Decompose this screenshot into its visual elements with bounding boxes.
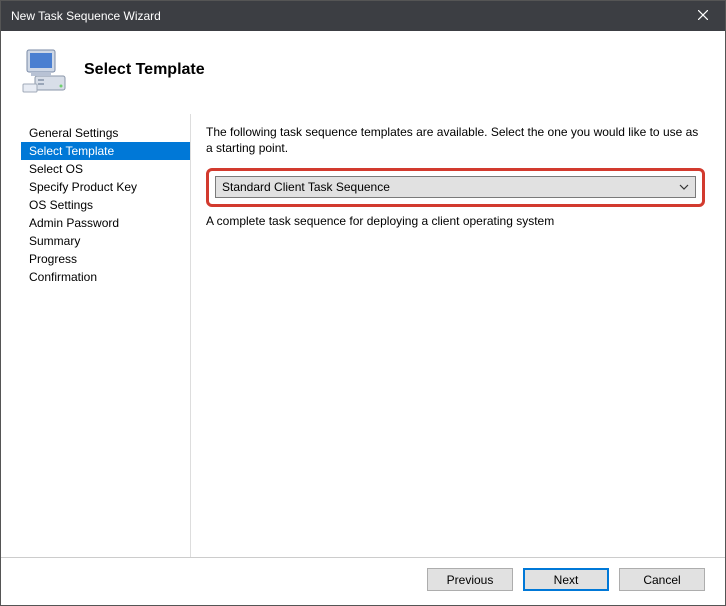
button-label: Cancel — [643, 573, 680, 587]
sidebar-item-label: Select Template — [29, 144, 114, 158]
sidebar-item-label: Confirmation — [29, 270, 97, 284]
sidebar-item-specify-product-key[interactable]: Specify Product Key — [21, 178, 190, 196]
sidebar-item-label: Select OS — [29, 162, 83, 176]
sidebar-item-progress[interactable]: Progress — [21, 250, 190, 268]
wizard-steps-sidebar: General Settings Select Template Select … — [21, 114, 191, 557]
template-description: A complete task sequence for deploying a… — [206, 213, 705, 229]
wizard-main: The following task sequence templates ar… — [191, 114, 705, 557]
sidebar-item-label: Progress — [29, 252, 77, 266]
next-button[interactable]: Next — [523, 568, 609, 591]
button-label: Next — [554, 573, 579, 587]
wizard-footer: Previous Next Cancel — [1, 557, 725, 605]
chevron-down-icon — [679, 184, 689, 190]
sidebar-item-label: Summary — [29, 234, 80, 248]
wizard-body: General Settings Select Template Select … — [1, 114, 725, 557]
button-label: Previous — [447, 573, 494, 587]
highlight-annotation: Standard Client Task Sequence — [206, 168, 705, 207]
sidebar-item-summary[interactable]: Summary — [21, 232, 190, 250]
page-title: Select Template — [84, 61, 205, 79]
computer-icon — [21, 46, 69, 94]
sidebar-item-select-os[interactable]: Select OS — [21, 160, 190, 178]
wizard-header: Select Template — [1, 31, 725, 114]
sidebar-item-label: General Settings — [29, 126, 118, 140]
previous-button[interactable]: Previous — [427, 568, 513, 591]
sidebar-item-label: OS Settings — [29, 198, 93, 212]
sidebar-item-label: Admin Password — [29, 216, 119, 230]
sidebar-item-admin-password[interactable]: Admin Password — [21, 214, 190, 232]
titlebar: New Task Sequence Wizard — [1, 1, 725, 31]
sidebar-item-confirmation[interactable]: Confirmation — [21, 268, 190, 286]
close-button[interactable] — [680, 1, 725, 31]
sidebar-item-general-settings[interactable]: General Settings — [21, 124, 190, 142]
sidebar-item-select-template[interactable]: Select Template — [21, 142, 190, 160]
wizard-window: New Task Sequence Wizard Sele — [0, 0, 726, 606]
window-title: New Task Sequence Wizard — [11, 9, 161, 23]
sidebar-item-os-settings[interactable]: OS Settings — [21, 196, 190, 214]
sidebar-item-label: Specify Product Key — [29, 180, 137, 194]
cancel-button[interactable]: Cancel — [619, 568, 705, 591]
dropdown-selected-value: Standard Client Task Sequence — [222, 180, 390, 194]
instruction-text: The following task sequence templates ar… — [206, 124, 705, 156]
close-icon — [698, 9, 708, 23]
template-dropdown[interactable]: Standard Client Task Sequence — [215, 176, 696, 198]
